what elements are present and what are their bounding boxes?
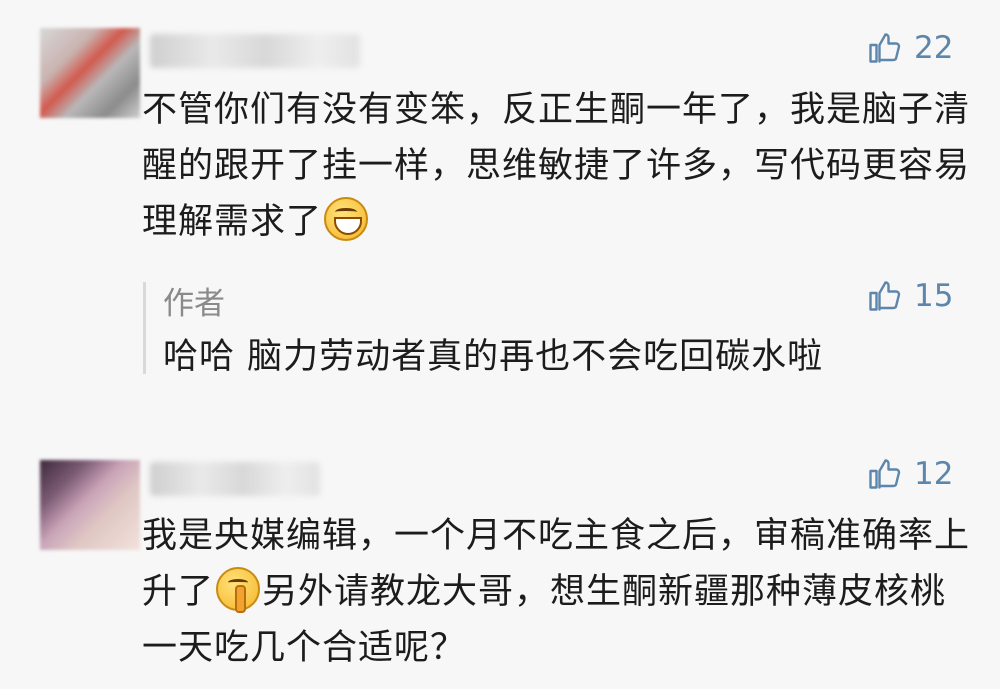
shushing-face-icon (216, 567, 261, 613)
thumbs-up-icon (869, 33, 901, 63)
comment-text: 不管你们有没有变笨，反正生酮一年了，我是脑子清醒的跟开了挂一样，思维敏捷了许多，… (142, 90, 971, 242)
comment-item: 12 我是央媒编辑，一个月不吃主食之后，审稿准确率上升了 另外请教龙大哥，想生酮新… (0, 440, 1000, 689)
reply-divider (143, 282, 146, 374)
reply-text: 哈哈 脑力劳动者真的再也不会吃回碳水啦 (163, 337, 824, 377)
comment-text: 我是央媒编辑，一个月不吃主食之后，审稿准确率上升了 另外请教龙大哥，想生酮新疆那种… (142, 516, 971, 668)
thumbs-up-icon (869, 459, 901, 489)
like-count: 15 (914, 278, 954, 314)
thumbs-up-icon (869, 281, 901, 311)
avatar[interactable] (40, 460, 140, 550)
username[interactable] (150, 34, 360, 68)
reply-author-label: 作者 (163, 286, 225, 322)
like-button[interactable]: 22 (866, 30, 953, 66)
like-button[interactable]: 12 (866, 456, 953, 492)
grinning-face-icon (324, 197, 369, 241)
like-count: 22 (914, 30, 954, 66)
avatar[interactable] (40, 28, 140, 118)
username[interactable] (150, 462, 320, 496)
comment-item: 22 不管你们有没有变笨，反正生酮一年了，我是脑子清醒的跟开了挂一样，思维敏捷了… (0, 0, 1000, 440)
reply-like-button[interactable]: 15 (866, 278, 953, 314)
like-count: 12 (914, 456, 954, 492)
